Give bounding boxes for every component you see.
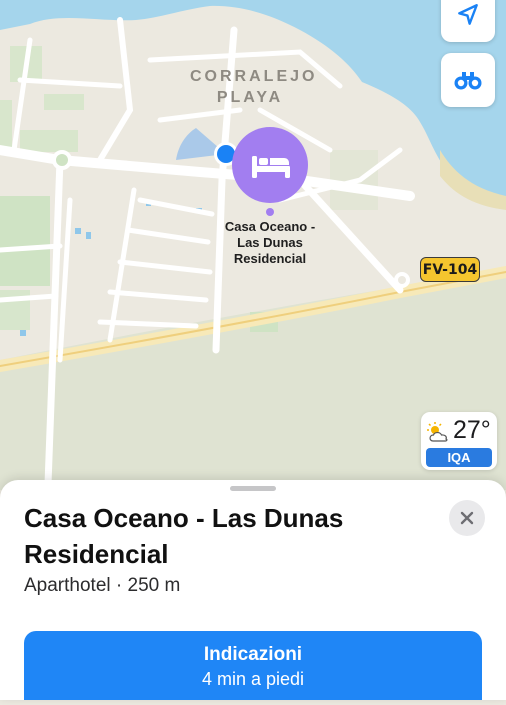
partly-sunny-icon — [427, 422, 448, 442]
close-button[interactable] — [449, 500, 485, 536]
area-label: CORRALEJO PLAYA — [190, 66, 318, 108]
place-title: Casa Oceano - Las Dunas Residencial — [24, 503, 344, 569]
air-quality-badge[interactable]: IQA — [426, 448, 492, 467]
poi-label[interactable]: Casa Oceano - Las Dunas Residencial — [200, 219, 340, 267]
close-icon — [460, 511, 474, 525]
place-subtitle: Aparthotel · 250 m — [24, 575, 181, 596]
directions-label: Indicazioni — [203, 644, 303, 665]
road-shield: FV-104 — [420, 257, 480, 282]
poi-label-line2: Las Dunas — [237, 235, 303, 250]
directions-time: 4 min a piedi — [201, 669, 305, 689]
poi-label-line3: Residencial — [233, 251, 307, 266]
poi-label-line1: Casa Oceano - — [224, 219, 316, 234]
sheet-grabber[interactable] — [230, 486, 276, 491]
directions-button[interactable]: Indicazioni 4 min a piedi — [24, 631, 482, 700]
place-card: Casa Oceano - Las Dunas Residencial Apar… — [0, 480, 506, 700]
weather-widget[interactable]: 27° IQA — [421, 412, 497, 470]
locate-button[interactable] — [441, 0, 495, 42]
look-around-button[interactable] — [441, 53, 495, 107]
location-arrow-icon — [458, 4, 478, 25]
temperature: 27° — [453, 416, 491, 444]
binoculars-icon — [454, 72, 482, 90]
area-label-line1: CORRALEJO — [190, 68, 318, 85]
area-label-line2: PLAYA — [216, 89, 284, 106]
